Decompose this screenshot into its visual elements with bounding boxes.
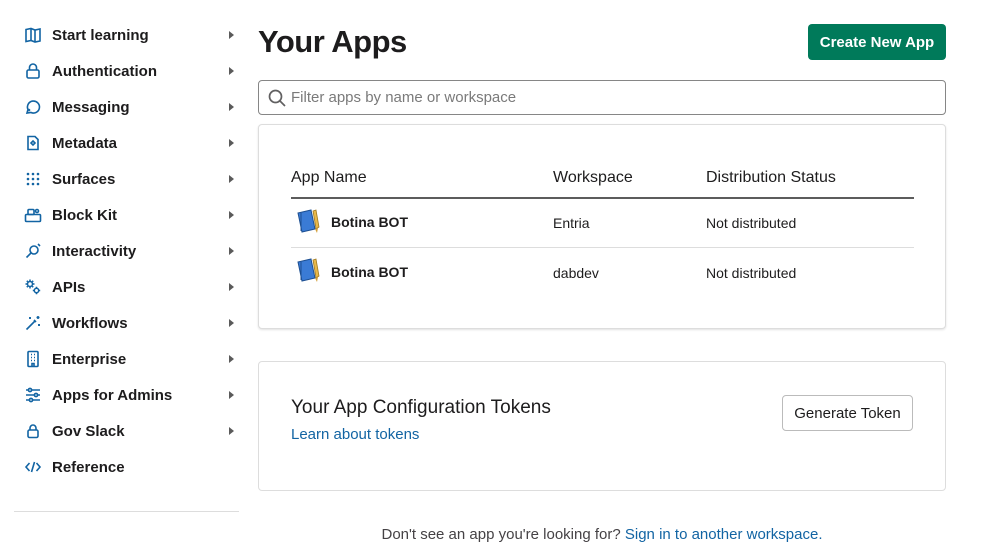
- interactivity-icon: [22, 240, 44, 262]
- sidebar-item-label: Authentication: [52, 62, 157, 80]
- sidebar-item-label: Reference: [52, 458, 125, 476]
- chevron-right-icon: [229, 355, 234, 363]
- create-new-app-button[interactable]: Create New App: [808, 24, 946, 60]
- notebook-app-icon: [297, 258, 320, 282]
- status-cell: Not distributed: [706, 265, 797, 281]
- chevron-right-icon: [229, 67, 234, 75]
- chevron-right-icon: [229, 391, 234, 399]
- footer-text: Don't see an app you're looking for?: [381, 526, 621, 543]
- chevron-right-icon: [229, 427, 234, 435]
- sidebar-item-authentication[interactable]: Authentication: [14, 53, 239, 89]
- learn-about-tokens-link[interactable]: Learn about tokens: [291, 426, 419, 443]
- table-row[interactable]: Botina BOT Entria Not distributed: [291, 199, 914, 248]
- sidebar-item-label: APIs: [52, 278, 86, 296]
- sidebar-item-label: Messaging: [52, 98, 130, 116]
- building-icon: [22, 348, 44, 370]
- chevron-right-icon: [229, 211, 234, 219]
- sidebar-item-messaging[interactable]: Messaging: [14, 89, 239, 125]
- workspace-cell: Entria: [553, 215, 590, 231]
- search-input[interactable]: [291, 89, 945, 106]
- magic-wand-icon: [22, 312, 44, 334]
- sidebar-item-gov-slack[interactable]: Gov Slack: [14, 413, 239, 449]
- chevron-right-icon: [229, 31, 234, 39]
- sidebar-item-start-learning[interactable]: Start learning: [14, 17, 239, 53]
- notebook-app-icon: [297, 209, 320, 233]
- sidebar-item-label: Block Kit: [52, 206, 118, 224]
- sidebar-item-block-kit[interactable]: Block Kit: [14, 197, 239, 233]
- app-name-link[interactable]: Botina BOT: [331, 264, 408, 280]
- sidebar-divider: [14, 511, 239, 512]
- sidebar-item-metadata[interactable]: Metadata: [14, 125, 239, 161]
- tokens-title: Your App Configuration Tokens: [291, 397, 551, 418]
- generate-token-button[interactable]: Generate Token: [782, 395, 913, 431]
- sidebar-item-interactivity[interactable]: Interactivity: [14, 233, 239, 269]
- config-tokens-card: Your App Configuration Tokens Learn abou…: [258, 361, 946, 491]
- chevron-right-icon: [229, 175, 234, 183]
- sidebar-item-label: Enterprise: [52, 350, 127, 368]
- sidebar-item-label: Metadata: [52, 134, 118, 152]
- sidebar-item-label: Workflows: [52, 314, 128, 332]
- blocks-icon: [22, 204, 44, 226]
- sidebar-item-apps-for-admins[interactable]: Apps for Admins: [14, 377, 239, 413]
- sidebar-item-workflows[interactable]: Workflows: [14, 305, 239, 341]
- workspace-cell: dabdev: [553, 265, 599, 281]
- sidebar-item-label: Apps for Admins: [52, 386, 173, 404]
- code-icon: [22, 456, 44, 478]
- sidebar-item-label: Gov Slack: [52, 422, 125, 440]
- sign-in-another-workspace-link[interactable]: Sign in to another workspace.: [625, 526, 823, 543]
- book-icon: [22, 24, 44, 46]
- column-header-app-name: App Name: [291, 169, 367, 186]
- search-field[interactable]: [258, 80, 946, 115]
- sidebar-nav: Start learning Authentication Messaging …: [14, 17, 239, 485]
- sidebar-item-surfaces[interactable]: Surfaces: [14, 161, 239, 197]
- sliders-icon: [22, 384, 44, 406]
- chevron-right-icon: [229, 139, 234, 147]
- column-header-distribution-status: Distribution Status: [706, 169, 836, 186]
- apps-table-card: App Name Workspace Distribution Status B…: [258, 124, 946, 329]
- lock-icon: [22, 420, 44, 442]
- table-row[interactable]: Botina BOT dabdev Not distributed: [291, 248, 914, 297]
- column-header-workspace: Workspace: [553, 169, 633, 186]
- chevron-right-icon: [229, 283, 234, 291]
- chevron-right-icon: [229, 103, 234, 111]
- footer-message: Don't see an app you're looking for? Sig…: [258, 526, 946, 543]
- search-icon: [267, 88, 287, 108]
- chevron-right-icon: [229, 247, 234, 255]
- gears-icon: [22, 276, 44, 298]
- page-title: Your Apps: [258, 24, 407, 59]
- app-name-link[interactable]: Botina BOT: [331, 214, 408, 230]
- grid-dots-icon: [22, 168, 44, 190]
- messaging-icon: [22, 96, 44, 118]
- sidebar-item-reference[interactable]: Reference: [14, 449, 239, 485]
- sidebar-item-enterprise[interactable]: Enterprise: [14, 341, 239, 377]
- status-cell: Not distributed: [706, 215, 797, 231]
- sidebar-item-label: Start learning: [52, 26, 149, 44]
- metadata-icon: [22, 132, 44, 154]
- sidebar-item-label: Surfaces: [52, 170, 116, 188]
- lock-icon: [22, 60, 44, 82]
- sidebar-item-apis[interactable]: APIs: [14, 269, 239, 305]
- sidebar-item-label: Interactivity: [52, 242, 137, 260]
- chevron-right-icon: [229, 319, 234, 327]
